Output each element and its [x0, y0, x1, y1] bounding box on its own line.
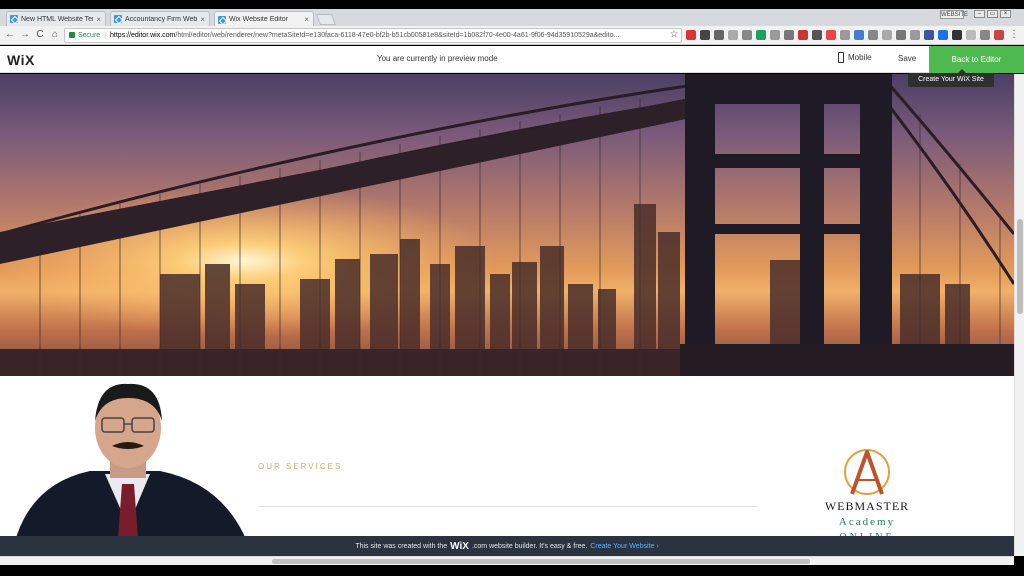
extension-icon[interactable] [798, 30, 808, 40]
wix-favicon-icon [114, 15, 122, 23]
extension-icon[interactable] [812, 30, 822, 40]
horizontal-scrollbar-thumb[interactable] [272, 559, 810, 564]
extension-icon[interactable] [910, 30, 920, 40]
back-icon[interactable]: ← [4, 29, 16, 41]
tab-title: Wix Website Editor [229, 16, 288, 23]
wix-favicon-icon [218, 15, 226, 24]
extension-icon[interactable] [770, 30, 780, 40]
reload-icon[interactable]: C [34, 29, 46, 41]
section-divider [258, 506, 758, 507]
browser-tab-strip: New HTML Website Tem × Accountancy Firm … [0, 9, 1024, 27]
address-bar[interactable]: Secure | https://editor.wix.com/html/edito… [64, 28, 682, 43]
mobile-label: Mobile [848, 53, 872, 62]
webmaster-academy-logo: WEBMASTER Academy ONLINE [814, 446, 920, 546]
close-window-button[interactable]: × [1000, 10, 1011, 18]
forward-icon[interactable]: → [19, 29, 31, 41]
browser-menu-icon[interactable]: ⋮ [1008, 29, 1020, 41]
extension-icon[interactable] [784, 30, 794, 40]
extension-icon[interactable] [924, 30, 934, 40]
extensions-row [686, 30, 1004, 40]
letterbox-top [0, 0, 1024, 9]
mobile-phone-icon [838, 52, 844, 63]
lock-icon [69, 32, 75, 39]
vertical-scrollbar[interactable] [1014, 74, 1024, 556]
extension-icon[interactable] [714, 30, 724, 40]
url-host: https://editor.wix.com [110, 32, 176, 39]
back-to-editor-button[interactable]: Back to Editor [929, 46, 1024, 73]
wix-ad-banner: This site was created with the WiX .com … [0, 536, 1014, 556]
extension-icon[interactable] [952, 30, 962, 40]
academy-a-emblem-icon [844, 449, 890, 495]
wix-logo[interactable]: WiX [7, 52, 35, 68]
tab-close-icon[interactable]: × [304, 15, 309, 24]
minimize-button[interactable]: – [974, 10, 985, 18]
bookmark-star-icon[interactable]: ☆ [668, 29, 680, 41]
tab-close-icon[interactable]: × [200, 15, 205, 24]
letterbox-bottom [0, 565, 1024, 576]
extension-icon[interactable] [700, 30, 710, 40]
academy-line-academy: Academy [838, 516, 896, 528]
extension-icon[interactable] [840, 30, 850, 40]
banner-wix-brand: WiX [450, 540, 469, 552]
extension-icon[interactable] [896, 30, 906, 40]
profile-badge[interactable]: WEBSITE [940, 10, 968, 19]
browser-tab-active[interactable]: Wix Website Editor × [214, 11, 314, 27]
hero-bridge-skyline-image [0, 74, 1014, 376]
secure-label: Secure [78, 32, 101, 39]
horizontal-scrollbar[interactable] [0, 556, 1014, 565]
home-icon[interactable]: ⌂ [49, 29, 61, 41]
extension-icon[interactable] [882, 30, 892, 40]
mobile-view-toggle[interactable]: Mobile [838, 52, 872, 63]
wix-preview-header: WiX You are currently in preview mode Mo… [0, 46, 1024, 73]
extension-icon[interactable] [686, 30, 696, 40]
extension-icon[interactable] [826, 30, 836, 40]
save-button[interactable]: Save [898, 54, 916, 63]
extension-icon[interactable] [728, 30, 738, 40]
hero-illustration [0, 74, 1014, 376]
url-path: /html/editor/web/renderer/new?metaSiteId… [175, 32, 620, 39]
extension-icon[interactable] [966, 30, 976, 40]
extension-icon[interactable] [854, 30, 864, 40]
extension-icon[interactable] [756, 30, 766, 40]
academy-line-webmaster: WEBMASTER [824, 499, 910, 513]
wix-favicon-icon [10, 15, 18, 23]
extension-icon[interactable] [980, 30, 990, 40]
screen: New HTML Website Tem × Accountancy Firm … [0, 0, 1024, 576]
address-separator: | [104, 32, 107, 39]
window-controls: – ▭ × [974, 10, 1011, 18]
tab-title: Accountancy Firm Websi [125, 15, 198, 23]
extension-icon[interactable] [938, 30, 948, 40]
maximize-button[interactable]: ▭ [987, 10, 998, 18]
tab-title: New HTML Website Tem [21, 15, 94, 23]
browser-toolbar: ← → C ⌂ Secure | https://editor.wix.com/ht… [0, 26, 1024, 45]
new-tab-button[interactable] [315, 14, 337, 25]
extension-icon[interactable] [994, 30, 1004, 40]
preview-mode-message: You are currently in preview mode [377, 54, 498, 63]
extension-icon[interactable] [742, 30, 752, 40]
extension-icon[interactable] [868, 30, 878, 40]
vertical-scrollbar-thumb[interactable] [1017, 219, 1023, 314]
tab-close-icon[interactable]: × [96, 15, 101, 24]
create-site-tooltip: Create Your WiX Site [908, 69, 994, 87]
browser-tab[interactable]: Accountancy Firm Websi × [110, 11, 210, 26]
browser-tab[interactable]: New HTML Website Tem × [6, 11, 106, 26]
create-your-website-link[interactable]: Create Your Website › [590, 543, 658, 550]
banner-middle: .com website builder. It's easy & free. [471, 542, 588, 550]
banner-prefix: This site was created with the [355, 542, 448, 550]
